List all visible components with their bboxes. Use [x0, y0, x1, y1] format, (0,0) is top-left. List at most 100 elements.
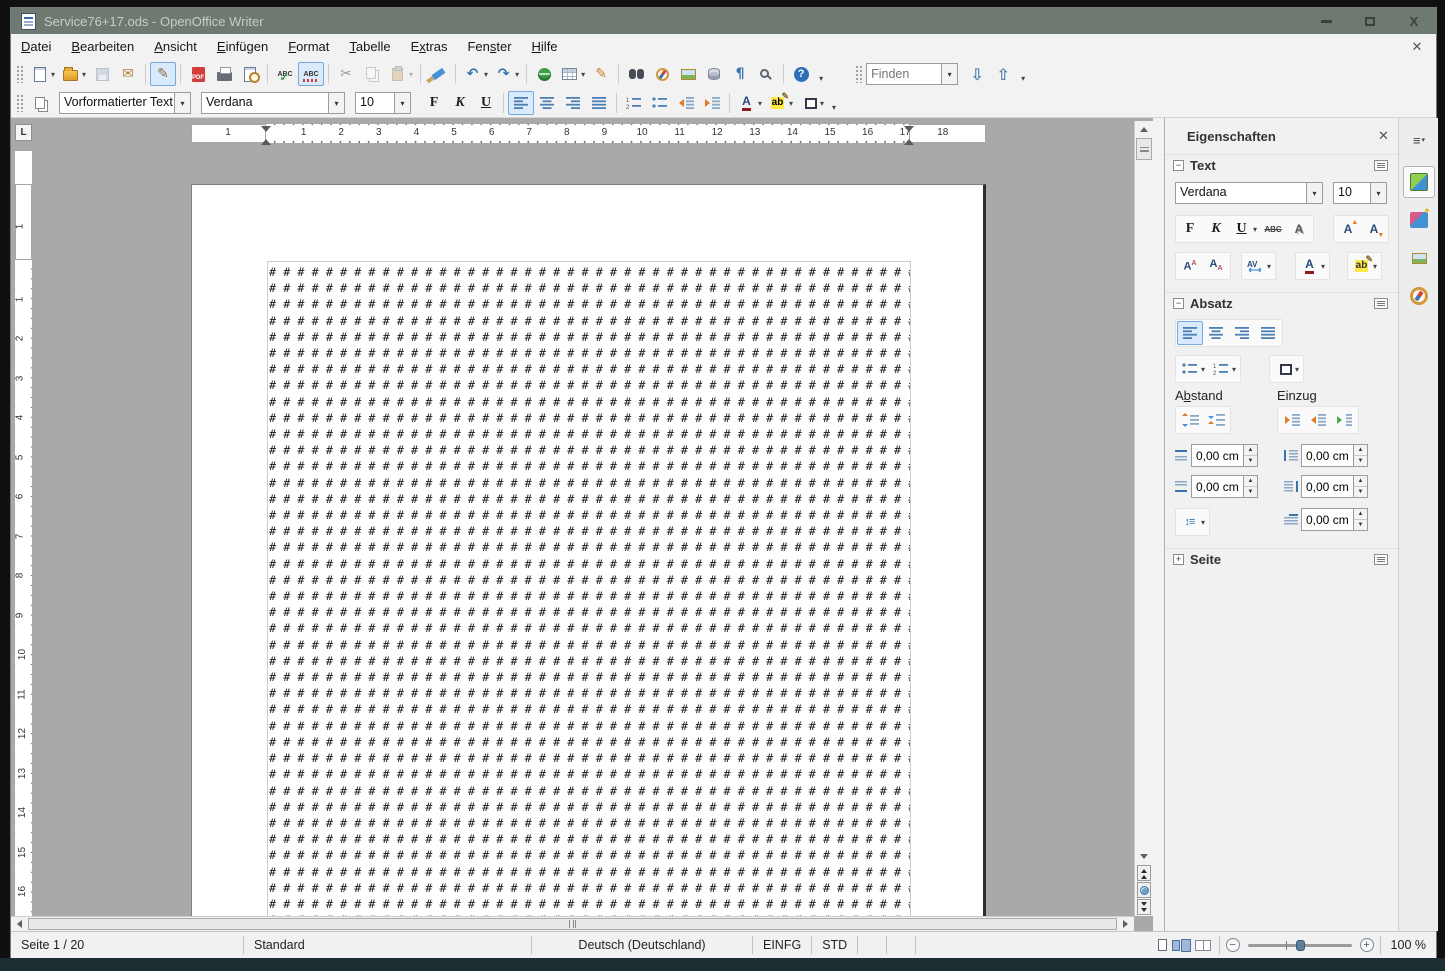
- character-dialog-launcher-icon[interactable]: [1374, 160, 1388, 171]
- horizontal-scrollbar-thumb[interactable]: [28, 918, 1117, 930]
- menu-hilfe[interactable]: Hilfe: [522, 36, 568, 57]
- decrease-indent-button[interactable]: [673, 91, 699, 115]
- page-style-status[interactable]: Standard: [244, 938, 531, 952]
- document-text-line[interactable]: # # # # # # # # # # # # # # # # # # # # …: [268, 783, 910, 799]
- styles-window-button[interactable]: [27, 91, 53, 115]
- document-text-line[interactable]: # # # # # # # # # # # # # # # # # # # # …: [268, 458, 910, 474]
- sidebar-close-button[interactable]: ✕: [1378, 128, 1398, 144]
- hyperlink-button[interactable]: [531, 62, 557, 86]
- vertical-ruler[interactable]: 112345678910111213141516: [15, 151, 32, 916]
- spin-down-button[interactable]: ▼: [1354, 456, 1367, 466]
- spin-down-button[interactable]: ▼: [1354, 487, 1367, 497]
- tab-gallery[interactable]: [1403, 242, 1435, 274]
- dropdown-arrow-icon[interactable]: ▾: [1295, 365, 1299, 374]
- document-text-line[interactable]: # # # # # # # # # # # # # # # # # # # # …: [268, 604, 910, 620]
- dropdown-arrow-icon[interactable]: ▾: [1201, 518, 1205, 527]
- spin-up-button[interactable]: ▲: [1354, 476, 1367, 487]
- data-sources-button[interactable]: [701, 62, 727, 86]
- numbered-list-button[interactable]: 12: [621, 91, 647, 115]
- line-spacing-button[interactable]: ↕≡ ▾: [1177, 510, 1208, 534]
- dropdown-arrow-icon[interactable]: ▾: [1306, 183, 1322, 203]
- below-paragraph-spacing-input[interactable]: [1191, 475, 1243, 498]
- dropdown-arrow-icon[interactable]: ▾: [51, 70, 55, 79]
- after-text-indent-input[interactable]: [1301, 475, 1353, 498]
- menu-datei[interactable]: Datei: [11, 36, 61, 57]
- minimize-button[interactable]: [1304, 8, 1348, 34]
- selection-mode-status[interactable]: STD: [812, 938, 857, 952]
- zoom-slider[interactable]: [1248, 944, 1352, 947]
- page-number-status[interactable]: Seite 1 / 20: [11, 938, 243, 952]
- italic-button[interactable]: K: [1203, 217, 1229, 241]
- paragraph-background-button[interactable]: ▾: [796, 91, 827, 115]
- document-text-line[interactable]: # # # # # # # # # # # # # # # # # # # # …: [268, 410, 910, 426]
- vertical-scrollbar[interactable]: [1134, 121, 1153, 916]
- document-text-line[interactable]: # # # # # # # # # # # # # # # # # # # # …: [268, 831, 910, 847]
- toolbar-grip[interactable]: [16, 65, 23, 83]
- zoom-button[interactable]: [753, 62, 779, 86]
- close-document-button[interactable]: ✕: [1406, 37, 1428, 57]
- vertical-scrollbar-thumb[interactable]: [1136, 138, 1152, 160]
- save-button[interactable]: [89, 62, 115, 86]
- menu-bearbeiten[interactable]: Bearbeiten: [61, 36, 144, 57]
- font-name-value[interactable]: Verdana: [202, 93, 328, 113]
- menu-fenster[interactable]: Fenster: [457, 36, 521, 57]
- bullet-list-button[interactable]: [647, 91, 673, 115]
- document-text-line[interactable]: # # # # # # # # # # # # # # # # # # # # …: [268, 799, 910, 815]
- align-left-button[interactable]: [508, 91, 534, 115]
- page-dialog-launcher-icon[interactable]: [1374, 554, 1388, 565]
- document-text-line[interactable]: # # # # # # # # # # # # # # # # # # # # …: [268, 864, 910, 880]
- document-text-line[interactable]: # # # # # # # # # # # # # # # # # # # # …: [268, 701, 910, 717]
- menu-extras[interactable]: Extras: [401, 36, 458, 57]
- shrink-font-button[interactable]: A▼: [1361, 217, 1387, 241]
- document-text-line[interactable]: # # # # # # # # # # # # # # # # # # # # …: [268, 653, 910, 669]
- document-text-line[interactable]: # # # # # # # # # # # # # # # # # # # # …: [268, 880, 910, 896]
- font-dropdown-arrow-icon[interactable]: ▾: [328, 93, 344, 113]
- findbar-more-button[interactable]: ▾: [1016, 62, 1030, 86]
- sidebar-font-name-value[interactable]: Verdana: [1176, 183, 1306, 203]
- page-section-header[interactable]: + Seite: [1165, 548, 1398, 570]
- navigation-button[interactable]: [1137, 882, 1151, 898]
- formatting-marks-button[interactable]: ¶: [727, 62, 753, 86]
- menu-format[interactable]: Format: [278, 36, 339, 57]
- cut-button[interactable]: ✂: [333, 62, 359, 86]
- subscript-button[interactable]: AA: [1203, 254, 1229, 278]
- findbar-grip[interactable]: [855, 65, 862, 83]
- text-boundary[interactable]: # # # # # # # # # # # # # # # # # # # # …: [267, 261, 911, 917]
- dropdown-arrow-icon[interactable]: ▾: [1253, 225, 1257, 234]
- paragraph-background-button[interactable]: ▾: [1271, 357, 1302, 381]
- document-text-line[interactable]: # # # # # # # # # # # # # # # # # # # # …: [268, 442, 910, 458]
- size-dropdown-arrow-icon[interactable]: ▾: [394, 93, 410, 113]
- spin-up-button[interactable]: ▲: [1354, 509, 1367, 520]
- find-replace-button[interactable]: [623, 62, 649, 86]
- increase-paragraph-spacing-button[interactable]: [1177, 408, 1203, 432]
- bold-button[interactable]: F: [1177, 217, 1203, 241]
- horizontal-ruler[interactable]: 1123456789101112131415161718: [169, 124, 1134, 143]
- document-text-line[interactable]: # # # # # # # # # # # # # # # # # # # # …: [268, 718, 910, 734]
- scroll-left-button[interactable]: [11, 917, 28, 931]
- dropdown-arrow-icon[interactable]: ▾: [1373, 262, 1377, 271]
- decrease-indent-button[interactable]: [1305, 408, 1331, 432]
- insert-table-button[interactable]: ▾: [557, 62, 588, 86]
- menu-tabelle[interactable]: Tabelle: [339, 36, 400, 57]
- document-text-line[interactable]: # # # # # # # # # # # # # # # # # # # # …: [268, 685, 910, 701]
- underline-button[interactable]: U▾: [1229, 217, 1260, 241]
- spin-up-button[interactable]: ▲: [1244, 476, 1257, 487]
- paste-button[interactable]: ▾: [385, 62, 416, 86]
- document-text-line[interactable]: # # # # # # # # # # # # # # # # # # # # …: [268, 750, 910, 766]
- sidebar-menu-button[interactable]: ≡: [1407, 130, 1431, 150]
- document-text-line[interactable]: # # # # # # # # # # # # # # # # # # # # …: [268, 361, 910, 377]
- vertical-scrollbar-track[interactable]: [1135, 160, 1153, 848]
- toolbar-grip[interactable]: [16, 94, 23, 112]
- menu-einfgen[interactable]: Einfügen: [207, 36, 278, 57]
- paragraph-style-value[interactable]: Vorformatierter Text: [60, 93, 174, 113]
- highlighting-button[interactable]: ab▾: [765, 91, 796, 115]
- document-text-line[interactable]: # # # # # # # # # # # # # # # # # # # # …: [268, 734, 910, 750]
- sidebar-font-size-value[interactable]: 10: [1334, 183, 1370, 203]
- collapse-icon[interactable]: −: [1173, 298, 1184, 309]
- font-size-value[interactable]: 10: [356, 93, 394, 113]
- next-page-button[interactable]: [1137, 899, 1151, 915]
- toolbar-more-button[interactable]: ▾: [814, 62, 828, 86]
- document-text-line[interactable]: # # # # # # # # # # # # # # # # # # # # …: [268, 394, 910, 410]
- document-text-line[interactable]: # # # # # # # # # # # # # # # # # # # # …: [268, 620, 910, 636]
- menu-ansicht[interactable]: Ansicht: [144, 36, 207, 57]
